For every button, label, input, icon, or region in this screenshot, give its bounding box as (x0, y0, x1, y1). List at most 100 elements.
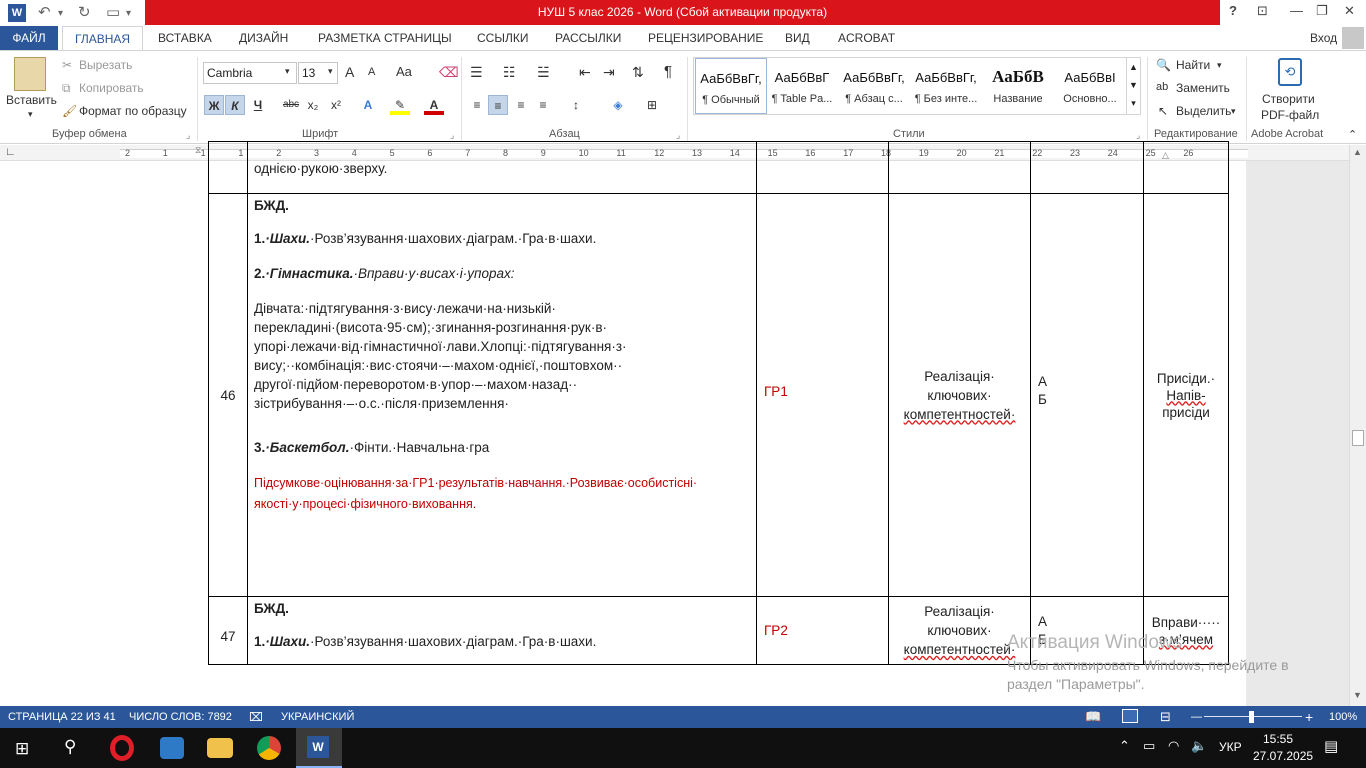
increase-indent-icon[interactable]: ⇥ (603, 64, 615, 81)
format-painter-icon[interactable]: 🖌 (62, 104, 77, 118)
proofing-icon[interactable]: ⌧ (249, 706, 263, 728)
sign-in-link[interactable]: Вход (1310, 26, 1337, 50)
subscript-button[interactable]: x₂ (303, 95, 323, 115)
tab-review[interactable]: РЕЦЕНЗИРОВАНИЕ (648, 26, 763, 50)
underline-button[interactable]: Ч (248, 95, 268, 115)
shading-icon[interactable]: ◈ (608, 95, 628, 115)
create-pdf-button-line1[interactable]: Створити (1262, 92, 1315, 106)
collapse-ribbon-icon[interactable]: ⌃ (1348, 128, 1357, 141)
tab-selector-icon[interactable]: ∟ (5, 146, 16, 158)
paste-button[interactable]: Вставить (6, 93, 57, 107)
tab-insert[interactable]: ВСТАВКА (158, 26, 212, 50)
opera-icon[interactable] (110, 735, 134, 761)
scroll-up-icon[interactable]: ▲ (1353, 147, 1362, 157)
file-explorer-icon[interactable] (207, 738, 233, 758)
paste-icon[interactable] (14, 57, 46, 91)
style-normal[interactable]: АаБбВвГг, ¶ Обычный (695, 58, 767, 114)
zoom-slider-thumb[interactable] (1249, 711, 1254, 723)
borders-icon[interactable]: ⊞ (642, 95, 662, 115)
tab-design[interactable]: ДИЗАЙН (239, 26, 288, 50)
style-table-paragraph[interactable]: АаБбВвГ ¶ Table Pa... (766, 58, 838, 114)
text-effects-icon[interactable]: A (358, 95, 378, 115)
find-icon[interactable]: 🔍 (1156, 58, 1171, 72)
tab-layout[interactable]: РАЗМЕТКА СТРАНИЦЫ (318, 26, 452, 50)
minimize-icon[interactable]: — (1290, 3, 1303, 18)
numbering-icon[interactable]: ☷ (503, 64, 516, 81)
find-button[interactable]: Найти (1176, 58, 1210, 72)
undo-dropdown-icon[interactable]: ▾ (58, 8, 63, 19)
control-panel-icon[interactable] (160, 737, 184, 759)
styles-launcher-icon[interactable]: ⌟ (1136, 130, 1140, 141)
font-name-field[interactable]: Cambria (203, 62, 297, 84)
sort-icon[interactable]: ⇅ (632, 64, 644, 81)
highlight-color-icon[interactable]: ✎ (390, 95, 410, 115)
indent-marker-icon[interactable]: ⧖ (195, 145, 201, 156)
multilevel-list-icon[interactable]: ☱ (537, 64, 550, 81)
font-size-dropdown-icon[interactable]: ▾ (328, 66, 333, 77)
font-color-icon[interactable]: A (424, 95, 444, 115)
copy-icon[interactable]: ⧉ (62, 81, 71, 96)
ribbon-display-icon[interactable]: ⊡ (1257, 3, 1268, 19)
vertical-scrollbar[interactable]: ▲ ▼ (1349, 145, 1366, 706)
customize-qat-icon[interactable]: ▾ (126, 8, 131, 19)
close-icon[interactable]: ✕ (1344, 3, 1355, 19)
windows-start-icon[interactable]: ⊞ (15, 739, 29, 759)
page-counter[interactable]: СТРАНИЦА 22 ИЗ 41 (8, 706, 116, 728)
style-title[interactable]: АаБбВ Название (982, 58, 1054, 114)
word-taskbar-button[interactable]: W (296, 728, 342, 768)
tab-home[interactable]: ГЛАВНАЯ (62, 26, 144, 50)
create-pdf-button-line2[interactable]: PDF-файл (1261, 108, 1319, 122)
search-icon[interactable]: ⚲ (64, 737, 76, 757)
format-painter-button[interactable]: Формат по образцу (79, 104, 187, 118)
restore-icon[interactable]: ❐ (1316, 3, 1328, 19)
show-formatting-icon[interactable]: ¶ (664, 63, 672, 80)
select-dropdown-icon[interactable]: ▾ (1231, 106, 1236, 117)
tab-mailings[interactable]: РАССЫЛКИ (555, 26, 621, 50)
zoom-level[interactable]: 100% (1329, 706, 1357, 728)
font-name-dropdown-icon[interactable]: ▾ (285, 66, 290, 77)
tab-file[interactable]: ФАЙЛ (0, 26, 58, 50)
shrink-font-icon[interactable]: A (368, 66, 375, 78)
undo-icon[interactable]: ↶ (38, 3, 51, 21)
copy-button[interactable]: Копировать (79, 81, 144, 95)
style-list-paragraph[interactable]: АаБбВвГг, ¶ Абзац с... (838, 58, 910, 114)
paste-dropdown-icon[interactable]: ▾ (28, 109, 33, 120)
scroll-down-icon[interactable]: ▼ (1353, 690, 1362, 700)
select-icon[interactable]: ↖ (1158, 104, 1168, 118)
align-center-icon[interactable]: ≡ (488, 95, 508, 115)
replace-icon[interactable]: ab (1156, 81, 1168, 93)
language-indicator[interactable]: УКРАИНСКИЙ (281, 706, 354, 728)
zoom-in-icon[interactable]: + (1305, 706, 1313, 728)
align-left-icon[interactable]: ≡ (467, 95, 487, 115)
word-count[interactable]: ЧИСЛО СЛОВ: 7892 (129, 706, 232, 728)
scroll-thumb[interactable] (1352, 430, 1364, 446)
change-case-icon[interactable]: Aa (396, 64, 412, 79)
italic-button[interactable]: К (225, 95, 245, 115)
volume-icon[interactable]: 🔈 (1191, 738, 1207, 754)
select-button[interactable]: Выделить (1176, 104, 1231, 118)
superscript-button[interactable]: x² (326, 95, 346, 115)
style-no-spacing[interactable]: АаБбВвГг, ¶ Без инте... (910, 58, 982, 114)
replace-button[interactable]: Заменить (1176, 81, 1230, 95)
wifi-icon[interactable]: ◠ (1168, 738, 1179, 754)
grow-font-icon[interactable]: A (345, 64, 354, 80)
tab-view[interactable]: ВИД (785, 26, 810, 50)
justify-icon[interactable]: ≡ (533, 95, 553, 115)
redo-icon[interactable]: ↻ (78, 3, 91, 21)
tray-chevron-icon[interactable]: ⌃ (1119, 738, 1130, 754)
open-folder-icon[interactable]: ▭ (106, 3, 120, 21)
clear-formatting-icon[interactable]: ⌫ (439, 64, 459, 81)
print-layout-icon[interactable] (1122, 709, 1138, 723)
tab-references[interactable]: ССЫЛКИ (477, 26, 528, 50)
style-body-text[interactable]: АаБбВвI Основно... (1054, 58, 1126, 114)
web-layout-icon[interactable]: ⊟ (1160, 706, 1171, 728)
read-mode-icon[interactable]: 📖 (1085, 706, 1101, 728)
tab-acrobat[interactable]: ACROBAT (838, 26, 895, 50)
cut-icon[interactable]: ✂ (62, 58, 72, 72)
find-dropdown-icon[interactable]: ▾ (1217, 60, 1222, 71)
font-launcher-icon[interactable]: ⌟ (450, 130, 454, 141)
help-icon[interactable]: ? (1229, 3, 1237, 18)
zoom-out-icon[interactable]: — (1191, 706, 1202, 728)
lesson-table[interactable]: однією·рукою·зверху. 46 БЖД. 1.·Шахи.·Ро… (208, 141, 1229, 665)
bullets-icon[interactable]: ☰ (470, 64, 483, 81)
